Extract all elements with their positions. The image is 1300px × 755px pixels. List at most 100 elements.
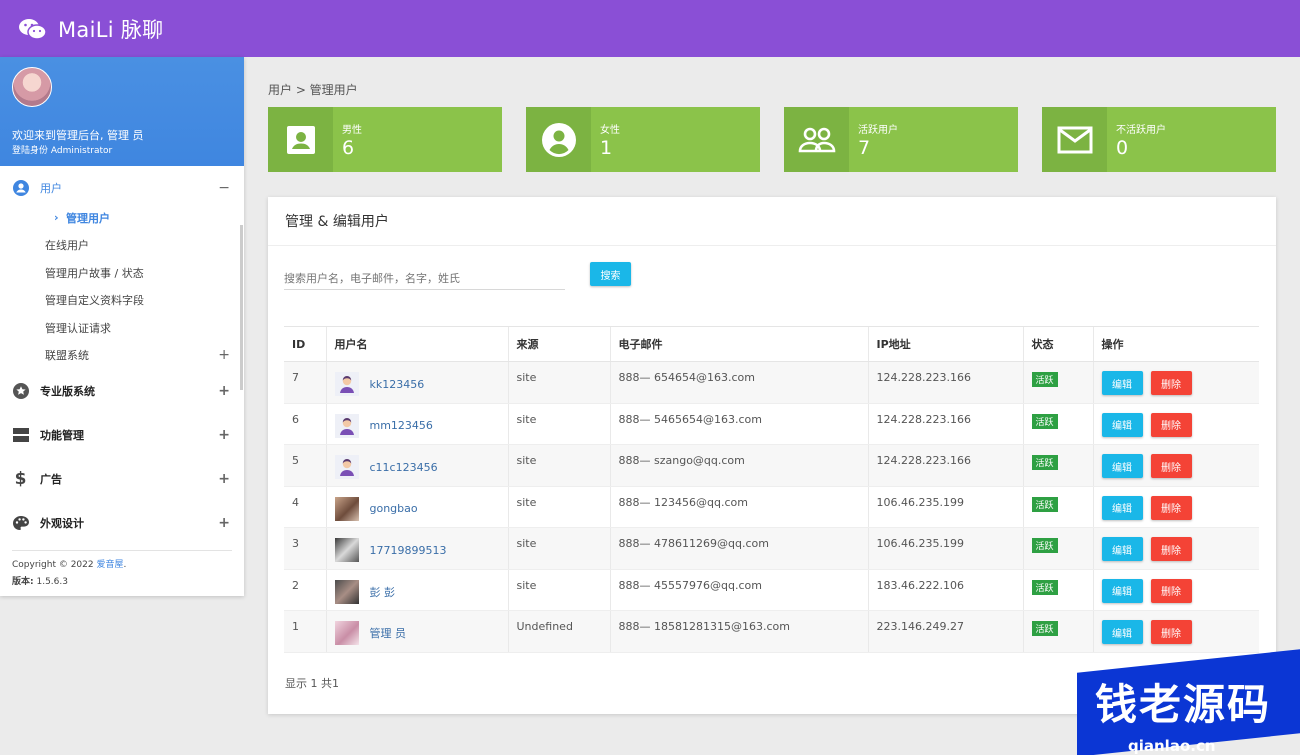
sidebar: 欢迎来到管理后台, 管理 员 登陆身份 Administrator 用户 − ›… (0, 57, 244, 596)
version-value: 1.5.6.3 (36, 577, 68, 587)
expand-icon[interactable]: + (218, 347, 230, 363)
sidebar-footer: Copyright © 2022 爱音屋. 版本: 1.5.6.3 (12, 550, 232, 591)
delete-button[interactable]: 删除 (1150, 620, 1192, 644)
submenu-user-stories-label: 管理用户故事 / 状态 (45, 266, 144, 280)
edit-button[interactable]: 编辑 (1101, 412, 1143, 437)
cell-source: site (507, 569, 610, 611)
delete-button[interactable]: 删除 (1150, 371, 1192, 395)
edit-button[interactable]: 编辑 (1101, 578, 1143, 603)
user-avatar[interactable] (334, 538, 359, 562)
username-link[interactable]: c11c123456 (370, 461, 438, 474)
submenu-affiliate[interactable]: 联盟系统 + (0, 342, 244, 370)
collapse-icon[interactable]: − (218, 180, 230, 196)
user-avatar[interactable] (334, 621, 359, 645)
account-circle-icon (526, 107, 591, 172)
menu-ads[interactable]: $ 广告 + (0, 457, 244, 501)
cell-username: 彭 彭 (325, 569, 508, 611)
menu-ads-label: 广告 (40, 473, 62, 486)
table-row: 1 管理 员 Undefined 888— 18581281315@163.co… (284, 610, 1259, 653)
site-link[interactable]: 爱音屋 (96, 560, 123, 570)
copyright-text: Copyright © 2022 (12, 560, 94, 570)
col-status[interactable]: 状态 (1022, 326, 1093, 362)
stat-card-active: 活跃用户 7 (784, 107, 1018, 172)
delete-button[interactable]: 删除 (1150, 537, 1192, 561)
stat-card-inactive: 不活跃用户 0 (1042, 107, 1276, 172)
contact-card-icon (268, 107, 333, 172)
expand-icon[interactable]: + (218, 471, 230, 487)
manage-users-card: 管理 & 编辑用户 搜索 ID 用户名 来源 电子邮件 IP地址 状态 操作 7… (268, 197, 1276, 714)
edit-button[interactable]: 编辑 (1101, 537, 1143, 561)
menu-pro-label: 专业版系统 (40, 385, 95, 398)
stat-label: 女性 (600, 125, 620, 136)
mail-icon (1042, 107, 1107, 172)
version-label: 版本: (12, 577, 34, 587)
cell-username: 管理 员 (325, 610, 508, 653)
card-title: 管理 & 编辑用户 (268, 197, 1276, 246)
username-link[interactable]: gongbao (370, 502, 418, 515)
cell-actions: 编辑 删除 (1092, 361, 1259, 404)
col-ip[interactable]: IP地址 (867, 326, 1023, 362)
admin-avatar[interactable] (12, 67, 52, 107)
col-source[interactable]: 来源 (507, 326, 610, 362)
user-avatar[interactable] (334, 579, 359, 604)
cell-email: 888— 654654@163.com (609, 361, 868, 404)
delete-button[interactable]: 删除 (1150, 412, 1192, 437)
watermark: 钱老源码 qianlao.cn (1077, 649, 1300, 755)
username-link[interactable]: 彭 彭 (370, 584, 396, 600)
delete-button[interactable]: 删除 (1150, 454, 1192, 478)
username-link[interactable]: mm123456 (370, 419, 433, 432)
menu-pro[interactable]: 专业版系统 + (0, 369, 244, 413)
edit-button[interactable]: 编辑 (1101, 495, 1143, 520)
expand-icon[interactable]: + (218, 383, 230, 399)
expand-icon[interactable]: + (218, 427, 230, 443)
table-row: 4 gongbao site 888— 123456@qq.com 106.46… (284, 486, 1259, 528)
cell-status: 活跃 (1022, 610, 1093, 653)
submenu-online-users[interactable]: 在线用户 (0, 232, 244, 260)
copyright-line: Copyright © 2022 爱音屋. (12, 560, 127, 570)
col-username[interactable]: 用户名 (325, 326, 508, 362)
stat-card-male: 男性 6 (268, 107, 502, 172)
dollar-icon: $ (14, 469, 27, 489)
submenu-custom-fields[interactable]: 管理自定义资料字段 (0, 287, 244, 315)
menu-appearance-label: 外观设计 (40, 517, 84, 530)
cell-status: 活跃 (1022, 444, 1093, 487)
status-badge: 活跃 (1031, 538, 1058, 553)
cell-email: 888— 123456@qq.com (609, 486, 868, 528)
username-link[interactable]: 17719899513 (370, 544, 447, 557)
col-id[interactable]: ID (284, 326, 326, 362)
edit-button[interactable]: 编辑 (1101, 620, 1143, 644)
stat-value: 0 (1116, 137, 1129, 159)
delete-button[interactable]: 删除 (1150, 495, 1192, 520)
cell-actions: 编辑 删除 (1092, 527, 1259, 570)
submenu-verification[interactable]: 管理认证请求 (0, 314, 244, 342)
status-badge: 活跃 (1031, 621, 1058, 636)
submenu-manage-users[interactable]: › 管理用户 (0, 204, 244, 232)
username-link[interactable]: kk123456 (370, 378, 425, 391)
search-users-input[interactable] (284, 268, 565, 290)
delete-button[interactable]: 删除 (1150, 578, 1192, 603)
col-email[interactable]: 电子邮件 (609, 326, 868, 362)
expand-icon[interactable]: + (218, 515, 230, 531)
cell-id: 6 (284, 403, 326, 445)
cell-actions: 编辑 删除 (1092, 444, 1259, 487)
palette-icon (12, 515, 29, 532)
edit-button[interactable]: 编辑 (1101, 454, 1143, 478)
menu-features-label: 功能管理 (40, 429, 84, 442)
submenu-affiliate-label: 联盟系统 (45, 349, 89, 363)
app-brand[interactable]: MaiLi 脉聊 (58, 14, 163, 44)
submenu-user-stories[interactable]: 管理用户故事 / 状态 (0, 259, 244, 287)
menu-appearance[interactable]: 外观设计 + (0, 501, 244, 545)
menu-features[interactable]: 功能管理 + (0, 413, 244, 457)
cell-actions: 编辑 删除 (1092, 610, 1259, 653)
cell-status: 活跃 (1022, 486, 1093, 528)
stat-label: 男性 (342, 125, 362, 136)
cell-id: 7 (284, 361, 326, 404)
sidebar-scrollbar[interactable] (240, 225, 243, 390)
menu-users[interactable]: 用户 − (0, 172, 244, 204)
stat-card-female: 女性 1 (526, 107, 760, 172)
user-avatar[interactable] (334, 496, 359, 521)
username-link[interactable]: 管理 员 (370, 625, 407, 641)
edit-button[interactable]: 编辑 (1101, 371, 1143, 395)
default-avatar-icon (334, 455, 359, 479)
search-button[interactable]: 搜索 (590, 262, 631, 286)
